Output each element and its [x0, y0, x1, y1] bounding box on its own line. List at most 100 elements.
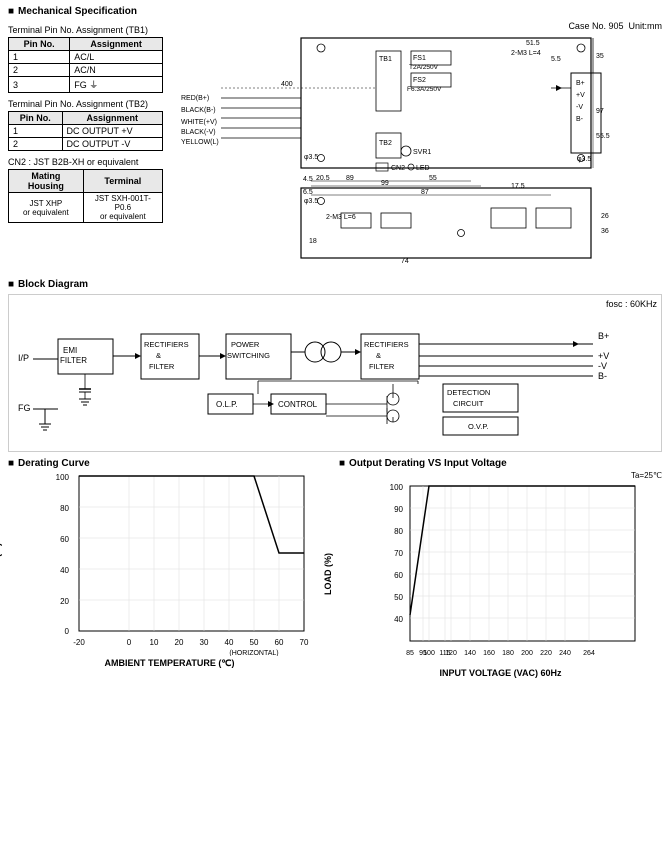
- output-derating-y-label: LOAD (%): [323, 553, 333, 595]
- svg-text:120: 120: [445, 650, 457, 657]
- svg-text:35: 35: [596, 53, 604, 60]
- svg-text:40: 40: [394, 615, 403, 624]
- tb2-col-assign: Assignment: [62, 112, 162, 125]
- svg-text:99: 99: [381, 180, 389, 187]
- output-derating-container: Output Derating VS Input Voltage Ta=25℃ …: [339, 458, 662, 678]
- svg-text:WHITE(+V): WHITE(+V): [181, 119, 217, 126]
- svg-text:240: 240: [559, 650, 571, 657]
- svg-text:φ3.5: φ3.5: [304, 154, 318, 161]
- svg-text:0: 0: [65, 627, 70, 636]
- svg-text:70: 70: [300, 638, 309, 647]
- mech-spec-title: Mechanical Specification: [8, 6, 662, 17]
- svg-text:55.5: 55.5: [596, 133, 610, 140]
- svg-text:B+: B+: [598, 331, 609, 341]
- svg-text:10: 10: [150, 638, 159, 647]
- svg-text:&: &: [376, 351, 381, 360]
- tb1-col-pin: Pin No.: [9, 38, 70, 51]
- svg-text:EMI: EMI: [63, 346, 77, 355]
- svg-text:BLACK(-V): BLACK(-V): [181, 129, 216, 136]
- svg-text:85: 85: [406, 650, 414, 657]
- svg-text:50: 50: [394, 593, 403, 602]
- svg-text:FS2: FS2: [413, 77, 426, 84]
- derating-x-label: AMBIENT TEMPERATURE (℃): [8, 658, 331, 669]
- derating-curve-title: Derating Curve: [8, 458, 331, 469]
- svg-text:POWER: POWER: [231, 340, 260, 349]
- svg-text:LED: LED: [416, 165, 430, 172]
- svg-text:CN2: CN2: [391, 165, 405, 172]
- svg-text:FILTER: FILTER: [60, 356, 87, 365]
- output-derating-wrapper: LOAD (%) 100 90 80 70 60 50: [339, 481, 662, 666]
- svg-text:I/P: I/P: [18, 353, 29, 363]
- svg-text:B-: B-: [598, 371, 607, 381]
- svg-text:100: 100: [56, 473, 70, 482]
- svg-text:60: 60: [394, 571, 403, 580]
- svg-text:40: 40: [60, 566, 69, 575]
- svg-text:36: 36: [601, 228, 609, 235]
- svg-text:0: 0: [127, 638, 132, 647]
- svg-text:FILTER: FILTER: [149, 362, 175, 371]
- svg-text:FS1: FS1: [413, 55, 426, 62]
- svg-text:(HORIZONTAL): (HORIZONTAL): [229, 650, 278, 656]
- tb1-col-assign: Assignment: [70, 38, 163, 51]
- derating-curve-svg: 100 80 60 40 20 0 -20 0 10 20 30 40 50: [44, 471, 324, 656]
- cn2-table: Mating Housing Terminal JST XHPor equiva…: [8, 169, 163, 223]
- svg-text:51.5: 51.5: [526, 40, 540, 47]
- svg-text:140: 140: [464, 650, 476, 657]
- svg-text:2-M3 L=6: 2-M3 L=6: [326, 214, 356, 221]
- svg-text:70: 70: [394, 549, 403, 558]
- svg-text:+V: +V: [598, 351, 609, 361]
- tb1-table: Pin No. Assignment 1AC/L 2AC/N 3FG ⏚: [8, 37, 163, 93]
- svg-text:17.5: 17.5: [511, 183, 525, 190]
- svg-text:F6.3A/250V: F6.3A/250V: [407, 86, 442, 93]
- svg-text:φ3.5: φ3.5: [577, 156, 591, 163]
- mech-diagram: Case No. 905 Unit:mm TB1 FS1 T2A/250V FS…: [181, 21, 662, 273]
- tb1-label: Terminal Pin No. Assignment (TB1): [8, 25, 173, 35]
- svg-text:90: 90: [394, 505, 403, 514]
- svg-text:60: 60: [275, 638, 284, 647]
- tb2-col-pin: Pin No.: [9, 112, 63, 125]
- svg-text:RECTIFIERS: RECTIFIERS: [144, 340, 189, 349]
- output-derating-x-label: INPUT VOLTAGE (VAC) 60Hz: [339, 668, 662, 678]
- fosc-label: fosc : 60KHz: [13, 299, 657, 309]
- svg-text:40: 40: [225, 638, 234, 647]
- svg-text:55: 55: [429, 175, 437, 182]
- svg-text:O.V.P.: O.V.P.: [468, 422, 488, 431]
- mech-left: Terminal Pin No. Assignment (TB1) Pin No…: [8, 21, 173, 273]
- svg-text:400: 400: [281, 81, 293, 88]
- tb2-table: Pin No. Assignment 1DC OUTPUT +V 2DC OUT…: [8, 111, 163, 151]
- svg-text:180: 180: [502, 650, 514, 657]
- page: Mechanical Specification Terminal Pin No…: [0, 0, 670, 684]
- svg-text:26: 26: [601, 213, 609, 220]
- ta-label: Ta=25℃: [339, 471, 662, 480]
- svg-text:TB1: TB1: [379, 56, 392, 63]
- svg-text:97: 97: [596, 108, 604, 115]
- svg-text:FG: FG: [18, 403, 31, 413]
- svg-text:BLACK(B-): BLACK(B-): [181, 107, 216, 114]
- svg-text:264: 264: [583, 650, 595, 657]
- svg-text:CIRCUIT: CIRCUIT: [453, 399, 484, 408]
- derating-y-label: LOAD (%): [0, 543, 2, 585]
- svg-text:+V: +V: [576, 92, 585, 99]
- svg-text:20: 20: [60, 597, 69, 606]
- mech-section: Terminal Pin No. Assignment (TB1) Pin No…: [8, 21, 662, 273]
- svg-text:-V: -V: [576, 104, 583, 111]
- svg-text:DETECTION: DETECTION: [447, 388, 490, 397]
- svg-text:20.5: 20.5: [316, 175, 330, 182]
- svg-text:-20: -20: [73, 638, 85, 647]
- svg-text:220: 220: [540, 650, 552, 657]
- svg-text:100: 100: [423, 650, 435, 657]
- svg-text:2-M3 L=4: 2-M3 L=4: [511, 50, 541, 57]
- svg-text:60: 60: [60, 535, 69, 544]
- cn2-label: CN2 : JST B2B-XH or equivalent: [8, 157, 173, 167]
- svg-text:T2A/250V: T2A/250V: [409, 64, 439, 71]
- tb2-label: Terminal Pin No. Assignment (TB2): [8, 99, 173, 109]
- svg-text:80: 80: [394, 527, 403, 536]
- svg-text:-V: -V: [598, 361, 607, 371]
- svg-text:89: 89: [346, 175, 354, 182]
- block-diagram-title: Block Diagram: [8, 279, 662, 290]
- output-derating-title: Output Derating VS Input Voltage: [339, 458, 662, 469]
- svg-text:20: 20: [175, 638, 184, 647]
- svg-text:4.5: 4.5: [303, 176, 313, 183]
- svg-text:SVR1: SVR1: [413, 149, 431, 156]
- svg-text:O.L.P.: O.L.P.: [216, 400, 238, 409]
